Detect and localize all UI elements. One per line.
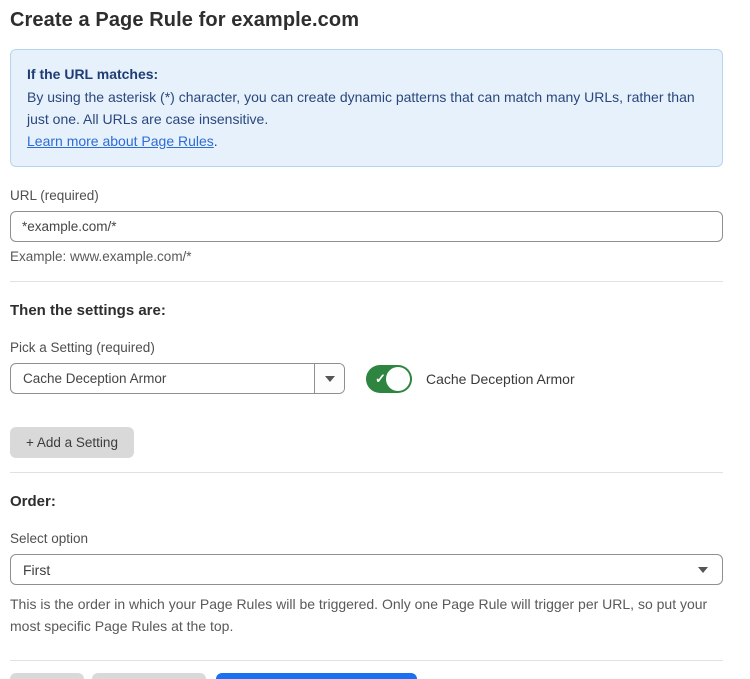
link-suffix: . [214, 133, 218, 149]
setting-select-value: Cache Deception Armor [11, 364, 314, 393]
divider [10, 660, 723, 661]
divider [10, 281, 723, 282]
save-as-draft-button[interactable]: Save as Draft [92, 673, 206, 679]
check-icon: ✓ [375, 372, 386, 385]
order-select[interactable]: First [10, 554, 723, 585]
create-page-rule-page: Create a Page Rule for example.com If th… [0, 0, 750, 679]
info-box-heading: If the URL matches: [27, 63, 706, 85]
order-select-value: First [23, 562, 698, 578]
learn-more-link[interactable]: Learn more about Page Rules [27, 133, 214, 149]
order-section-heading: Order: [10, 493, 723, 510]
chevron-down-icon [325, 376, 335, 382]
url-match-info-box: If the URL matches: By using the asteris… [10, 49, 723, 167]
footer-actions: Cancel Save as Draft Save and Deploy Pag… [10, 673, 723, 679]
url-input[interactable] [10, 211, 723, 242]
info-box-link-line: Learn more about Page Rules. [27, 130, 706, 152]
url-field-label: URL (required) [10, 188, 723, 203]
setting-toggle[interactable]: ✓ [366, 365, 412, 393]
setting-select-arrow-button[interactable] [314, 364, 344, 393]
settings-section-heading: Then the settings are: [10, 302, 723, 319]
page-title: Create a Page Rule for example.com [10, 0, 723, 32]
chevron-down-icon [698, 567, 708, 573]
order-select-label: Select option [10, 531, 723, 546]
divider [10, 472, 723, 473]
setting-select[interactable]: Cache Deception Armor [10, 363, 345, 394]
setting-toggle-label: Cache Deception Armor [426, 371, 575, 387]
add-setting-button[interactable]: + Add a Setting [10, 427, 134, 458]
setting-row: Cache Deception Armor ✓ Cache Deception … [10, 363, 723, 394]
toggle-knob [386, 367, 410, 391]
cancel-button[interactable]: Cancel [10, 673, 84, 679]
order-helper-text: This is the order in which your Page Rul… [10, 593, 723, 637]
url-example-text: Example: www.example.com/* [10, 249, 723, 264]
pick-setting-label: Pick a Setting (required) [10, 340, 723, 355]
info-box-body: By using the asterisk (*) character, you… [27, 86, 706, 130]
save-and-deploy-button[interactable]: Save and Deploy Page Rule [216, 673, 418, 679]
